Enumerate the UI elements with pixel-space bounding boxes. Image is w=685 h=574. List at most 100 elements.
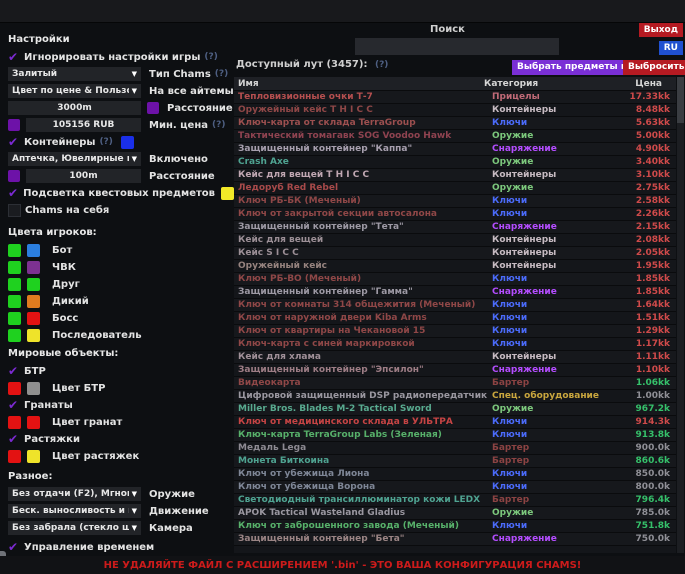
table-row-partial[interactable] (234, 546, 676, 553)
checkmark-icon[interactable]: ✔ (8, 365, 24, 377)
table-row[interactable]: Ключ РБ-БК (Меченый)Ключи2.58kk (234, 195, 676, 208)
language-button[interactable]: RU (659, 41, 683, 55)
table-row[interactable]: Оружейный кейс T H I C CКонтейнеры8.48kk (234, 104, 676, 117)
checkbox-row-self-chams[interactable]: Chams на себя (8, 203, 234, 217)
column-header-category[interactable]: Категория (484, 79, 606, 89)
category-filter-dropdown[interactable]: Аптечка, Ювелирные и... ▼ (8, 152, 141, 166)
player-color-swatch-1[interactable] (8, 295, 21, 308)
scrollbar-thumb[interactable] (677, 77, 684, 123)
table-row[interactable]: Ключ от квартиры на Чекановой 15Ключи1.2… (234, 325, 676, 338)
checkbox-unchecked[interactable] (8, 204, 21, 217)
table-row[interactable]: Ледоруб Red RebelОружие2.75kk (234, 182, 676, 195)
checkbox-row-btr[interactable]: ✔ БТР (8, 364, 234, 378)
checkbox-row-tripwires[interactable]: ✔ Растяжки (8, 432, 234, 446)
exit-button[interactable]: Выход (639, 23, 683, 37)
table-row[interactable]: Защищенный контейнер "Бета"Снаряжение750… (234, 533, 676, 546)
player-color-swatch-2[interactable] (27, 312, 40, 325)
player-color-swatch-2[interactable] (27, 261, 40, 274)
player-color-swatch-1[interactable] (8, 329, 21, 342)
table-row[interactable]: Медаль LegaБартер900.0k (234, 442, 676, 455)
table-row[interactable]: Ключ-карта TerraGroup Labs (Зеленая)Ключ… (234, 429, 676, 442)
checkmark-icon[interactable]: ✔ (8, 136, 24, 148)
table-row[interactable]: Ключ от наружной двери Kiba ArmsКлючи1.5… (234, 312, 676, 325)
chams-type-dropdown[interactable]: Залитый ▼ (8, 67, 141, 81)
table-row[interactable]: Ключ РБ-ВО (Меченый)Ключи1.85kk (234, 273, 676, 286)
checkbox-row-grenades[interactable]: ✔ Гранаты (8, 398, 234, 412)
min-price-color-swatch[interactable] (8, 119, 20, 131)
player-color-swatch-1[interactable] (8, 244, 21, 257)
help-hint[interactable]: (?) (212, 120, 225, 130)
tripwire-color-swatch-2[interactable] (27, 450, 40, 463)
player-color-swatch-1[interactable] (8, 312, 21, 325)
table-row[interactable]: Тепловизионные очки Т-7Прицелы17.33kk (234, 91, 676, 104)
distance-color-swatch[interactable] (147, 102, 159, 114)
table-row[interactable]: Цифровой защищенный DSP радиопередатчикС… (234, 390, 676, 403)
distance2-input[interactable]: 100m (26, 169, 141, 183)
column-header-name[interactable]: Имя (234, 79, 484, 89)
table-row[interactable]: Ключ от убежища ВоронаКлючи800.0k (234, 481, 676, 494)
table-row[interactable]: Ключ от заброшенного завода (Меченый)Клю… (234, 520, 676, 533)
btr-color-swatch-2[interactable] (27, 382, 40, 395)
movement-dropdown[interactable]: Беск. выносливость и нет уста ▼ (8, 504, 141, 518)
player-color-swatch-2[interactable] (27, 244, 40, 257)
table-row[interactable]: Ключ от убежища ЛионаКлючи850.0k (234, 468, 676, 481)
quest-color-swatch[interactable] (221, 187, 234, 200)
table-row[interactable]: Ключ-карта от склада TerraGroupКлючи5.63… (234, 117, 676, 130)
table-scrollbar[interactable] (677, 77, 684, 553)
table-row[interactable]: Miller Bros. Blades M-2 Tactical SwordОр… (234, 403, 676, 416)
table-row[interactable]: Кейс для вещей T H I C CКонтейнеры3.10kk (234, 169, 676, 182)
all-items-dropdown[interactable]: Цвет по цене & Пользователь ▼ (8, 84, 141, 98)
weapon-dropdown[interactable]: Без отдачи (F2), Мгновенное п ▼ (8, 487, 141, 501)
column-header-price[interactable]: Цена (606, 79, 676, 89)
player-color-swatch-2[interactable] (27, 295, 40, 308)
table-row[interactable]: Тактический томагавк SOG Voodoo HawkОруж… (234, 130, 676, 143)
player-color-swatch-2[interactable] (27, 329, 40, 342)
player-color-swatch-2[interactable] (27, 278, 40, 291)
grenade-color-swatch-2[interactable] (27, 416, 40, 429)
player-color-swatch-1[interactable] (8, 261, 21, 274)
player-color-swatch-1[interactable] (8, 278, 21, 291)
help-hint[interactable]: (?) (375, 60, 388, 70)
checkmark-icon[interactable]: ✔ (8, 187, 23, 199)
table-row[interactable]: Crash AxeОружие3.40kk (234, 156, 676, 169)
min-price-input[interactable]: 105156 RUB (26, 118, 141, 132)
table-row[interactable]: Защищенный контейнер "Гамма"Снаряжение1.… (234, 286, 676, 299)
table-row[interactable]: Кейс для хламаКонтейнеры1.11kk (234, 351, 676, 364)
checkmark-icon[interactable]: ✔ (8, 541, 24, 553)
table-row[interactable]: Ключ от закрытой секции автосалонаКлючи2… (234, 208, 676, 221)
table-row[interactable]: Кейс S I C CКонтейнеры2.05kk (234, 247, 676, 260)
table-row[interactable]: Ключ от комнаты 314 общежития (Меченый)К… (234, 299, 676, 312)
item-price: 5.63kk (614, 118, 676, 128)
distance-input[interactable]: 3000m (8, 101, 141, 115)
table-row[interactable]: Ключ от медицинского склада в УЛЬТРАКлюч… (234, 416, 676, 429)
tripwire-color-swatch-1[interactable] (8, 450, 21, 463)
help-hint[interactable]: (?) (99, 137, 112, 147)
btr-color-swatch-1[interactable] (8, 382, 21, 395)
table-row[interactable]: Монета БиткоинаБартер860.6k (234, 455, 676, 468)
table-row[interactable]: APOK Tactical Wasteland GladiusОружие785… (234, 507, 676, 520)
camera-dropdown[interactable]: Без забрала (стекло шлема) ▼ (8, 521, 141, 535)
item-name: Защищенный контейнер "Гамма" (234, 287, 492, 297)
checkmark-icon[interactable]: ✔ (8, 399, 24, 411)
help-hint[interactable]: (?) (215, 69, 228, 79)
table-row[interactable]: Оружейный кейсКонтейнеры1.95kk (234, 260, 676, 273)
search-input[interactable] (355, 38, 559, 55)
table-row[interactable]: Защищенный контейнер "Эпсилон"Снаряжение… (234, 364, 676, 377)
grenade-color-swatch-1[interactable] (8, 416, 21, 429)
table-row[interactable]: Защищенный контейнер "Каппа"Снаряжение4.… (234, 143, 676, 156)
help-hint[interactable]: (?) (204, 52, 217, 62)
table-row[interactable]: Ключ-карта с синей маркировкойКлючи1.17k… (234, 338, 676, 351)
table-row[interactable]: Светодиодный трансиллюминатор кожи LEDXБ… (234, 494, 676, 507)
checkmark-icon[interactable]: ✔ (8, 51, 24, 63)
drop-all-button[interactable]: Выбросить все (623, 60, 685, 75)
table-row[interactable]: Кейс для вещейКонтейнеры2.08kk (234, 234, 676, 247)
distance2-color-swatch[interactable] (8, 170, 20, 182)
containers-color-swatch[interactable] (121, 136, 134, 149)
checkmark-icon[interactable]: ✔ (8, 433, 24, 445)
checkbox-row-ignore-game-settings[interactable]: ✔ Игнорировать настройки игры (?) (8, 50, 234, 64)
checkbox-row-containers[interactable]: ✔ Контейнеры (?) (8, 135, 234, 149)
table-row[interactable]: Защищенный контейнер "Тета"Снаряжение2.1… (234, 221, 676, 234)
table-row[interactable]: ВидеокартаБартер1.06kk (234, 377, 676, 390)
checkbox-row-time-control[interactable]: ✔ Управление временем (8, 540, 234, 554)
checkbox-row-quest-highlight[interactable]: ✔ Подсветка квестовых предметов (8, 186, 234, 200)
